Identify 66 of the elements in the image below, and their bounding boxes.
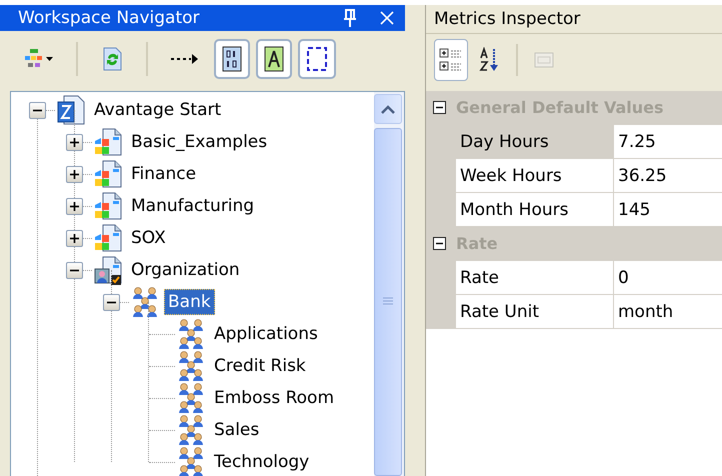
document-icon [93, 159, 123, 189]
sort-icon [479, 47, 501, 73]
tree-item[interactable]: Emboss Room [210, 385, 338, 411]
document-icon [93, 255, 123, 285]
scrollbar-thumb[interactable] [374, 128, 402, 476]
property-name[interactable]: Day Hours [456, 125, 614, 158]
people-icon [176, 319, 206, 349]
property-value[interactable]: 145 [614, 193, 722, 226]
expander-button[interactable] [66, 134, 83, 150]
tree-item[interactable]: Bank [164, 289, 215, 315]
expander-button[interactable] [103, 294, 120, 310]
tree-item[interactable]: Avantage Start [90, 97, 226, 123]
toolbar-button[interactable] [214, 39, 250, 79]
expander-button[interactable] [66, 262, 83, 278]
panel-title: Metrics Inspector [434, 9, 580, 29]
people-icon [130, 287, 160, 317]
caret-icon [381, 104, 395, 114]
people-icon [176, 415, 206, 445]
people-icon [176, 383, 206, 413]
toolbar-button[interactable] [298, 39, 336, 79]
expander-button[interactable] [66, 198, 83, 214]
property-value[interactable]: 36.25 [614, 159, 722, 192]
people-icon [176, 447, 206, 476]
property-value[interactable]: 7.25 [614, 125, 722, 158]
expander-button[interactable] [29, 102, 46, 118]
property-value[interactable]: 0 [614, 261, 722, 294]
grip-icon [382, 297, 394, 307]
toolbar-button[interactable] [434, 39, 468, 81]
pin-icon[interactable] [343, 9, 357, 27]
panel-title: Workspace Navigator [18, 8, 201, 28]
selection-icon [306, 46, 328, 72]
toolbar-button[interactable] [256, 39, 292, 79]
expander-button[interactable] [66, 166, 83, 182]
tree-item[interactable]: Sales [210, 417, 264, 443]
frame-icon [264, 46, 284, 72]
property-name[interactable]: Month Hours [456, 193, 614, 226]
tree-item[interactable]: Credit Risk [210, 353, 310, 379]
property-name[interactable]: Rate [456, 261, 614, 294]
document-icon [93, 127, 123, 157]
categories-icon [439, 47, 463, 73]
document-icon [93, 191, 123, 221]
document-icon [56, 95, 86, 125]
tree-item[interactable]: Finance [127, 161, 200, 187]
scroll-up-button[interactable] [374, 94, 402, 124]
property-name[interactable]: Rate Unit [456, 295, 614, 328]
tree-item[interactable]: SOX [127, 225, 170, 251]
plus-icon [70, 170, 79, 178]
document-icon [93, 223, 123, 253]
tree-item[interactable]: Basic_Examples [127, 129, 272, 155]
close-icon[interactable] [379, 10, 395, 26]
property-value[interactable]: month [614, 295, 722, 328]
pages-icon [533, 50, 555, 70]
tree-item[interactable]: Organization [127, 257, 244, 283]
tree-item[interactable]: Technology [210, 449, 314, 475]
arrow-icon [170, 52, 200, 66]
expander-button[interactable] [66, 230, 83, 246]
tree-item[interactable]: Manufacturing [127, 193, 258, 219]
plus-icon [70, 202, 79, 210]
plus-icon [70, 138, 79, 146]
binary-icon [222, 46, 242, 72]
people-icon [176, 351, 206, 381]
tree-item[interactable]: Applications [210, 321, 322, 347]
property-name[interactable]: Week Hours [456, 159, 614, 192]
expander-button[interactable] [433, 237, 446, 250]
expander-button[interactable] [433, 101, 446, 114]
plus-icon [70, 234, 79, 242]
